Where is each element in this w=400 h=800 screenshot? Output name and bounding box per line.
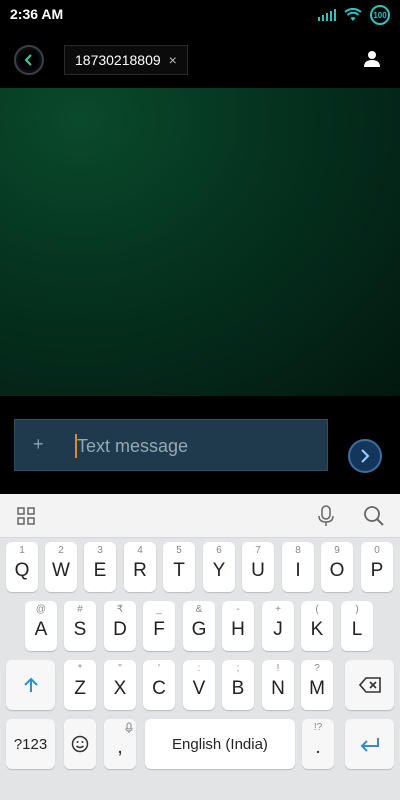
key-y[interactable]: 6Y	[203, 542, 235, 592]
status-icons: 100	[318, 5, 390, 25]
conversation-header: 18730218809 ×	[0, 30, 400, 88]
key-m[interactable]: ? M	[301, 660, 333, 710]
key-v[interactable]: :V	[183, 660, 215, 710]
compose-area: +	[0, 396, 400, 494]
key-f[interactable]: _ F	[143, 601, 175, 651]
wifi-icon	[344, 8, 362, 22]
signal-icon	[318, 9, 336, 21]
key-t[interactable]: 5T	[163, 542, 195, 592]
backspace-key[interactable]	[345, 660, 394, 710]
key-n[interactable]: ! N	[262, 660, 294, 710]
compose-box: +	[14, 419, 328, 471]
apps-grid-icon[interactable]	[17, 507, 35, 530]
key-x[interactable]: " X	[104, 660, 136, 710]
key-j[interactable]: + J	[262, 601, 294, 651]
search-icon[interactable]	[363, 505, 385, 532]
key-s[interactable]: # S	[64, 601, 96, 651]
chevron-right-icon	[361, 449, 370, 463]
key-k[interactable]: (K	[301, 601, 333, 651]
key-l[interactable]: ) L	[341, 601, 373, 651]
enter-key[interactable]	[345, 719, 394, 769]
key-r[interactable]: 4R	[124, 542, 156, 592]
remove-recipient-icon[interactable]: ×	[169, 52, 177, 68]
key-i[interactable]: 8I	[282, 542, 314, 592]
key-u[interactable]: 7U	[242, 542, 274, 592]
keyboard-toolbar	[0, 494, 400, 538]
key-c[interactable]: ' C	[143, 660, 175, 710]
backspace-icon	[358, 677, 381, 693]
enter-arrow-icon	[360, 738, 379, 752]
keyboard: 1Q 2W 3E 4R 5T 6Y 7U 8I 9O 0P @ A # S ₹ D _…	[0, 494, 400, 800]
key-q[interactable]: 1Q	[6, 542, 38, 592]
status-bar: 2:36 AM 100	[0, 0, 400, 30]
emoji-key[interactable]	[64, 719, 96, 769]
key-w[interactable]: 2W	[45, 542, 77, 592]
send-button[interactable]	[348, 439, 382, 473]
comma-mic-hint-icon	[125, 722, 133, 733]
key-g[interactable]: & G	[183, 601, 215, 651]
recipient-number: 18730218809	[75, 52, 161, 68]
attach-button[interactable]: +	[33, 434, 44, 455]
key-d[interactable]: ₹ D	[104, 601, 136, 651]
key-h[interactable]: -H	[222, 601, 254, 651]
key-p[interactable]: 0P	[361, 542, 393, 592]
shift-arrow-icon	[23, 677, 38, 692]
microphone-icon[interactable]	[318, 505, 334, 532]
battery-icon: 100	[370, 5, 390, 25]
shift-key[interactable]	[6, 660, 55, 710]
message-input[interactable]	[77, 430, 317, 462]
status-time: 2:36 AM	[10, 6, 64, 22]
space-key[interactable]: English (India)	[145, 719, 295, 769]
contact-icon[interactable]	[364, 50, 380, 73]
symbols-key[interactable]: ?123	[6, 719, 55, 769]
key-o[interactable]: 9O	[321, 542, 353, 592]
recipient-chip[interactable]: 18730218809 ×	[64, 45, 188, 75]
comma-key[interactable]: ,	[104, 719, 136, 769]
emoji-icon	[71, 735, 89, 753]
key-a[interactable]: @ A	[25, 601, 57, 651]
back-button[interactable]	[14, 45, 44, 75]
conversation-area	[0, 88, 400, 396]
key-e[interactable]: 3E	[84, 542, 116, 592]
chevron-left-icon	[24, 54, 32, 66]
period-key[interactable]: !? .	[302, 719, 334, 769]
key-b[interactable]: ; B	[222, 660, 254, 710]
key-z[interactable]: * Z	[64, 660, 96, 710]
